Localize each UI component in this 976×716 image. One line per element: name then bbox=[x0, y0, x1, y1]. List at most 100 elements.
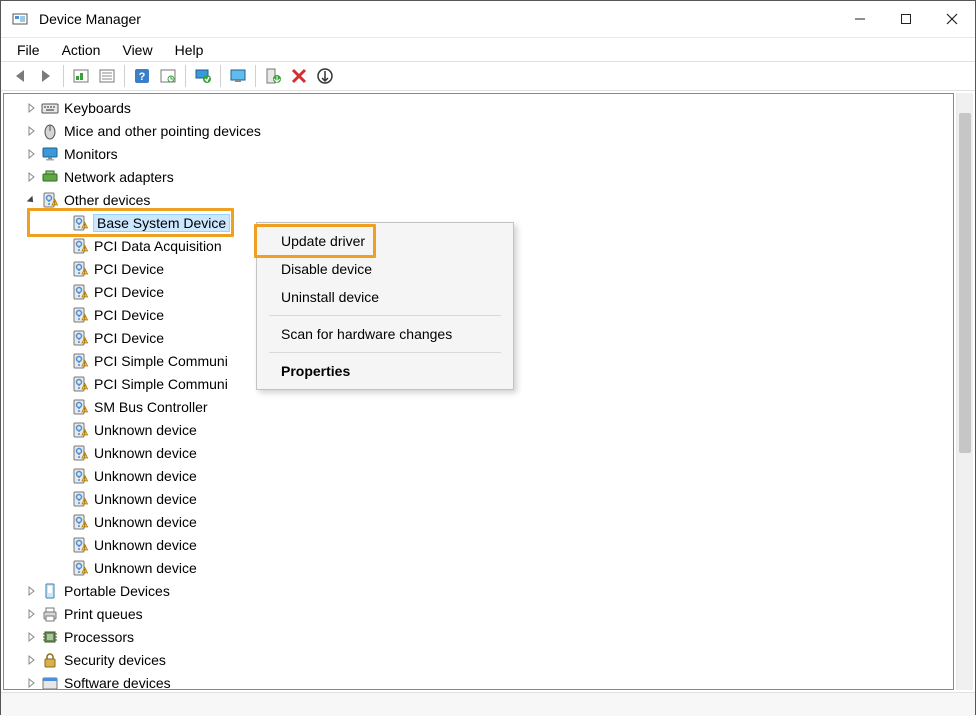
menubar: File Action View Help bbox=[1, 37, 975, 61]
tree-item-label: Unknown device bbox=[94, 468, 197, 484]
toolbar-separator bbox=[63, 65, 64, 87]
app-icon bbox=[11, 10, 29, 28]
tree-item-label: Unknown device bbox=[94, 560, 197, 576]
no-toggle bbox=[54, 561, 68, 575]
maximize-button[interactable] bbox=[883, 1, 929, 37]
unknown-warn-icon bbox=[70, 513, 90, 531]
tree-item[interactable]: Processors bbox=[24, 625, 953, 648]
show-hidden-button[interactable] bbox=[68, 64, 94, 88]
tree-item[interactable]: Portable Devices bbox=[24, 579, 953, 602]
unknown-warn-icon bbox=[70, 490, 90, 508]
tree-item[interactable]: Unknown device bbox=[54, 533, 953, 556]
tree-item-label: Mice and other pointing devices bbox=[64, 123, 261, 139]
context-menu: Update driverDisable deviceUninstall dev… bbox=[256, 222, 514, 390]
tree-item[interactable]: Unknown device bbox=[54, 510, 953, 533]
unknown-warn-icon bbox=[70, 352, 90, 370]
window-title: Device Manager bbox=[39, 11, 141, 27]
tree-item-label: Unknown device bbox=[94, 445, 197, 461]
device-tree[interactable]: Keyboards Mice and other pointing devices… bbox=[3, 93, 954, 690]
tree-item-label: Keyboards bbox=[64, 100, 131, 116]
unknown-warn-icon bbox=[70, 375, 90, 393]
tree-item-label: PCI Simple Communi bbox=[94, 376, 228, 392]
context-menu-item[interactable]: Scan for hardware changes bbox=[259, 320, 511, 348]
expand-icon[interactable] bbox=[24, 101, 38, 115]
tree-item[interactable]: Unknown device bbox=[54, 464, 953, 487]
menu-help[interactable]: Help bbox=[165, 39, 214, 61]
update-driver-button[interactable] bbox=[190, 64, 216, 88]
menu-file[interactable]: File bbox=[7, 39, 50, 61]
expand-icon[interactable] bbox=[24, 630, 38, 644]
tree-item[interactable]: Unknown device bbox=[54, 556, 953, 579]
tree-item-label: Unknown device bbox=[94, 491, 197, 507]
scrollbar-thumb[interactable] bbox=[959, 113, 971, 453]
tree-item[interactable]: Unknown device bbox=[54, 418, 953, 441]
scan-hardware-button[interactable] bbox=[312, 64, 338, 88]
expand-icon[interactable] bbox=[24, 147, 38, 161]
unknown-warn-icon bbox=[70, 237, 90, 255]
menu-action[interactable]: Action bbox=[52, 39, 111, 61]
lock-icon bbox=[40, 651, 60, 669]
tree-item[interactable]: SM Bus Controller bbox=[54, 395, 953, 418]
no-toggle bbox=[54, 308, 68, 322]
minimize-button[interactable] bbox=[837, 1, 883, 37]
vertical-scrollbar[interactable] bbox=[956, 93, 973, 690]
tree-item[interactable]: Other devices bbox=[24, 188, 953, 211]
network-icon bbox=[40, 168, 60, 186]
uninstall-button[interactable] bbox=[286, 64, 312, 88]
properties-button[interactable] bbox=[94, 64, 120, 88]
toolbar-separator bbox=[220, 65, 221, 87]
tree-item-label: Base System Device bbox=[94, 215, 229, 231]
unknown-warn-icon bbox=[70, 283, 90, 301]
back-button[interactable] bbox=[7, 64, 33, 88]
tree-item[interactable]: Security devices bbox=[24, 648, 953, 671]
no-toggle bbox=[54, 216, 68, 230]
context-menu-item[interactable]: Properties bbox=[259, 357, 511, 385]
context-menu-item[interactable]: Update driver bbox=[259, 227, 511, 255]
toolbar-separator bbox=[185, 65, 186, 87]
tree-item-label: Portable Devices bbox=[64, 583, 170, 599]
cpu-icon bbox=[40, 628, 60, 646]
titlebar: Device Manager bbox=[1, 1, 975, 37]
no-toggle bbox=[54, 354, 68, 368]
close-button[interactable] bbox=[929, 1, 975, 37]
unknown-warn-icon bbox=[70, 260, 90, 278]
tree-item-label: SM Bus Controller bbox=[94, 399, 208, 415]
forward-button[interactable] bbox=[33, 64, 59, 88]
tree-item-label: Software devices bbox=[64, 675, 171, 691]
unknown-warn-icon bbox=[70, 421, 90, 439]
expand-icon[interactable] bbox=[24, 607, 38, 621]
expand-icon[interactable] bbox=[24, 124, 38, 138]
enable-device-button[interactable] bbox=[260, 64, 286, 88]
no-toggle bbox=[54, 285, 68, 299]
tree-item[interactable]: Monitors bbox=[24, 142, 953, 165]
tree-item[interactable]: Unknown device bbox=[54, 441, 953, 464]
unknown-warn-icon bbox=[40, 191, 60, 209]
collapse-icon[interactable] bbox=[24, 193, 38, 207]
context-menu-item[interactable]: Disable device bbox=[259, 255, 511, 283]
no-toggle bbox=[54, 446, 68, 460]
context-menu-separator bbox=[269, 352, 501, 353]
tree-item[interactable]: Software devices bbox=[24, 671, 953, 690]
tree-item-label: PCI Device bbox=[94, 284, 164, 300]
tree-item[interactable]: Network adapters bbox=[24, 165, 953, 188]
tree-item[interactable]: Print queues bbox=[24, 602, 953, 625]
help-button[interactable] bbox=[129, 64, 155, 88]
tree-item[interactable]: Mice and other pointing devices bbox=[24, 119, 953, 142]
expand-icon[interactable] bbox=[24, 170, 38, 184]
tree-item[interactable]: Unknown device bbox=[54, 487, 953, 510]
no-toggle bbox=[54, 400, 68, 414]
no-toggle bbox=[54, 469, 68, 483]
keyboard-icon bbox=[40, 99, 60, 117]
no-toggle bbox=[54, 538, 68, 552]
expand-icon[interactable] bbox=[24, 584, 38, 598]
tree-item[interactable]: Keyboards bbox=[24, 96, 953, 119]
expand-icon[interactable] bbox=[24, 676, 38, 690]
tree-item-label: Monitors bbox=[64, 146, 118, 162]
menu-view[interactable]: View bbox=[112, 39, 162, 61]
context-menu-item[interactable]: Uninstall device bbox=[259, 283, 511, 311]
toolbar-separator bbox=[255, 65, 256, 87]
scan-button[interactable] bbox=[155, 64, 181, 88]
expand-icon[interactable] bbox=[24, 653, 38, 667]
display-button[interactable] bbox=[225, 64, 251, 88]
unknown-warn-icon bbox=[70, 467, 90, 485]
